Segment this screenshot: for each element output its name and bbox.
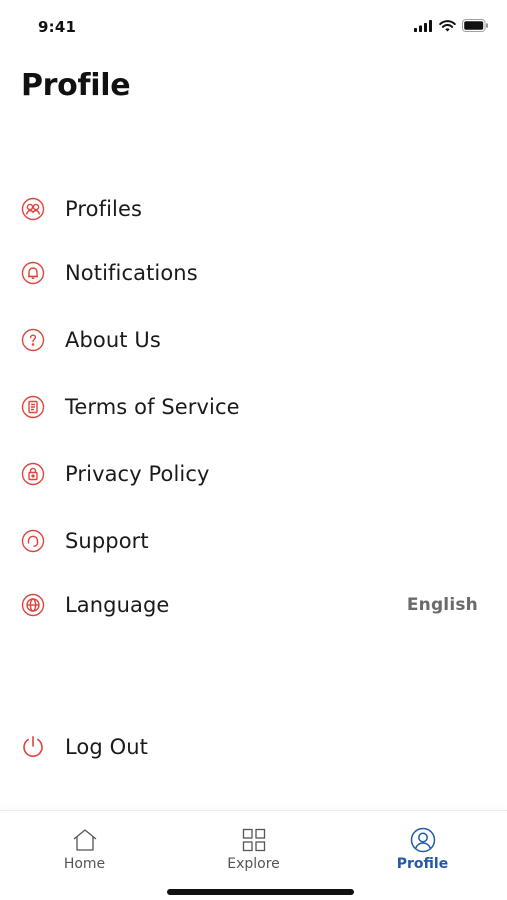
tab-home[interactable]: Home [0,811,169,875]
wifi-icon [439,19,456,31]
question-icon [20,327,46,353]
menu-item-notifications[interactable]: Notifications [0,248,507,298]
menu-item-label: Notifications [65,261,198,285]
home-indicator[interactable] [167,889,354,895]
menu-item-label: About Us [65,328,161,352]
tab-label: Home [63,856,106,872]
menu-item-label: Language [65,593,170,617]
profiles-icon [20,196,46,222]
menu-item-about-us[interactable]: About Us [0,315,507,365]
bell-icon [20,260,46,286]
log-out-label: Log Out [65,735,148,759]
menu-item-language[interactable]: Language English [0,580,507,630]
menu-item-label: Profiles [65,197,143,221]
menu-item-label: Terms of Service [65,395,240,419]
globe-icon [20,592,46,618]
tab-label: Profile [396,856,449,872]
page-title: Profile [21,68,131,103]
grid-icon [242,827,266,853]
home-icon [72,827,98,853]
lock-icon [20,461,46,487]
status-icons [414,19,489,32]
menu-item-privacy-policy[interactable]: Privacy Policy [0,449,507,499]
tab-profile[interactable]: Profile [338,811,507,875]
cellular-signal-icon [414,19,432,32]
menu-item-label: Privacy Policy [65,462,210,486]
user-icon [410,827,436,853]
log-out-button[interactable]: Log Out [0,722,507,772]
battery-icon [462,19,488,32]
power-icon [20,734,46,760]
menu-item-terms-of-service[interactable]: Terms of Service [0,382,507,432]
language-value: English [406,595,478,615]
headset-icon [20,528,46,554]
tab-label: Explore [227,856,280,872]
document-icon [20,394,46,420]
menu-item-support[interactable]: Support [0,516,507,566]
status-time: 9:41 [38,18,77,36]
status-bar: 9:41 [0,0,507,56]
menu-item-label: Support [65,529,149,553]
tab-explore[interactable]: Explore [169,811,338,875]
tab-bar: Home Explore Profile [0,810,507,900]
menu-item-profiles[interactable]: Profiles [0,184,507,234]
